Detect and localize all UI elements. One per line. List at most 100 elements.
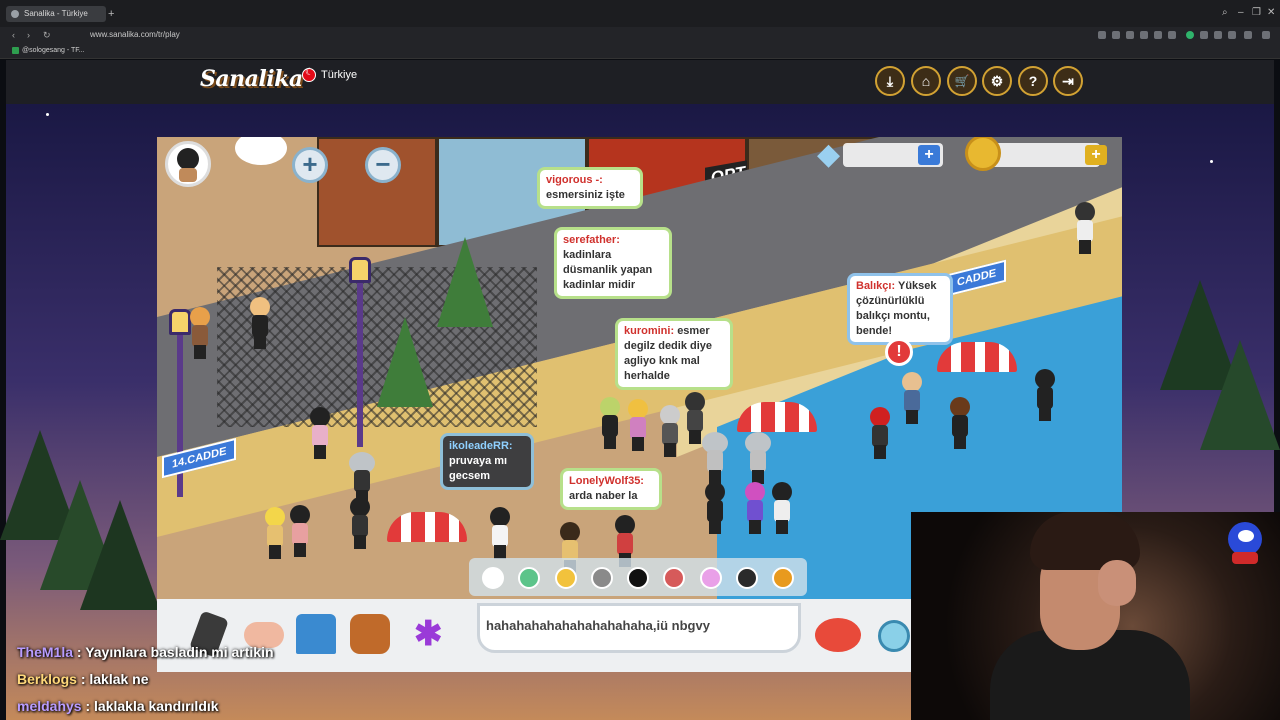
bubble-username: serefather: — [563, 234, 620, 246]
player-avatar[interactable] — [347, 497, 373, 549]
backpack-icon[interactable] — [350, 614, 390, 654]
player-avatar[interactable] — [702, 482, 728, 534]
language-label[interactable]: Türkiye — [321, 69, 357, 81]
buy-coins-button[interactable]: + — [1085, 145, 1107, 165]
heart-icon[interactable] — [1168, 31, 1176, 39]
player-avatar[interactable] — [597, 397, 623, 449]
favicon-icon — [11, 10, 19, 18]
player-avatar[interactable] — [1072, 202, 1098, 254]
chat-username: TheM1la — [17, 644, 74, 660]
menu-icon[interactable] — [1200, 31, 1208, 39]
back-button[interactable]: ‹ — [12, 28, 15, 42]
clothes-icon[interactable] — [296, 614, 336, 654]
speech-bubble: serefather: kadinlara düsmanlik yapan kad… — [554, 227, 672, 299]
chat-message: : laklak ne — [80, 671, 149, 687]
zoom-out-button[interactable]: − — [365, 147, 401, 183]
bubble-username: Balıkçı: — [856, 280, 896, 292]
bookmark-item[interactable]: @sologesang - TF... — [12, 46, 85, 56]
color-swatch[interactable] — [736, 567, 758, 589]
color-swatch[interactable] — [591, 567, 613, 589]
color-swatch[interactable] — [663, 567, 685, 589]
exit-button[interactable]: ⇥ — [1053, 66, 1083, 96]
url-field[interactable]: www.sanalika.com/tr/play — [90, 28, 180, 42]
browser-tab[interactable]: Sanalika - Türkiye — [6, 6, 106, 22]
turkey-flag-icon[interactable] — [302, 67, 316, 82]
alert-icon[interactable]: ! — [885, 338, 913, 366]
zoom-icon[interactable] — [1098, 31, 1106, 39]
bubble-text: pruvaya mı gecsem — [449, 455, 508, 482]
sonic-sticker — [1218, 516, 1274, 572]
color-swatch[interactable] — [772, 567, 794, 589]
player-avatar[interactable] — [187, 307, 213, 359]
minimize-button[interactable]: – — [1238, 6, 1244, 20]
player-avatar[interactable] — [1032, 369, 1058, 421]
beach-umbrella — [737, 402, 817, 432]
street-lamp — [357, 277, 363, 447]
player-avatar[interactable] — [487, 507, 513, 559]
download-tray-icon[interactable] — [1214, 31, 1222, 39]
search-tabs-icon[interactable]: ⌕ — [1222, 6, 1228, 20]
site-logo[interactable]: Sanalika — [200, 66, 303, 92]
stream-chat-line: meldahys : laklakla kandırıldık — [17, 698, 219, 714]
maximize-button[interactable]: ❐ — [1252, 6, 1261, 20]
lamp-light — [349, 257, 371, 283]
forward-button[interactable]: › — [27, 28, 30, 42]
star-decoration — [46, 113, 49, 116]
player-avatar[interactable] — [307, 407, 333, 459]
shield-icon[interactable] — [1140, 31, 1148, 39]
settings-button[interactable]: ⚙ — [982, 66, 1012, 96]
player-avatar[interactable] — [247, 297, 273, 349]
chat-bubbles-icon[interactable] — [815, 618, 861, 652]
speech-bubble: LonelyWolf35: arda naber la — [560, 468, 662, 510]
player-avatar[interactable] — [742, 482, 768, 534]
pine-tree — [377, 317, 433, 407]
bookmark-icon[interactable] — [1126, 31, 1134, 39]
buy-diamonds-button[interactable]: + — [918, 145, 940, 165]
bubble-username: vigorous -: — [546, 174, 603, 186]
player-avatar[interactable] — [262, 507, 288, 559]
cart-button[interactable]: 🛒 — [947, 66, 977, 96]
my-avatar-portrait[interactable] — [165, 141, 211, 187]
ai-icon[interactable] — [1228, 31, 1236, 39]
reload-button[interactable]: ↻ — [43, 28, 51, 42]
zoom-in-button[interactable]: + — [292, 147, 328, 183]
more-icon[interactable] — [1262, 31, 1270, 39]
alien-avatar[interactable] — [745, 432, 771, 484]
color-swatch[interactable] — [700, 567, 722, 589]
color-swatch[interactable] — [627, 567, 649, 589]
player-avatar[interactable] — [625, 399, 651, 451]
bubble-indicator — [235, 137, 287, 165]
chat-input[interactable]: hahahahahahahahahahaha,iü nbgvy — [477, 603, 801, 653]
color-swatch[interactable] — [555, 567, 577, 589]
player-avatar[interactable] — [657, 405, 683, 457]
new-tab-button[interactable]: + — [108, 7, 114, 21]
dance-icon[interactable]: ✱ — [414, 614, 454, 654]
stream-chat-line: TheM1la : Yayınlara basladin mi artikin — [17, 644, 274, 660]
diamond-icon: ◆ — [817, 138, 841, 171]
player-avatar[interactable] — [867, 407, 893, 459]
player-avatar[interactable] — [287, 505, 313, 557]
color-swatch[interactable] — [482, 567, 504, 589]
profile-icon[interactable] — [1186, 31, 1194, 39]
beach-umbrella — [387, 512, 467, 542]
download-button[interactable]: ⤓ — [875, 66, 905, 96]
player-avatar[interactable] — [769, 482, 795, 534]
share-icon[interactable] — [1244, 31, 1252, 39]
alien-avatar[interactable] — [702, 432, 728, 484]
chat-username: meldahys — [17, 698, 82, 714]
bubble-text: esmersiniz işte — [546, 189, 625, 201]
chat-username: Berklogs — [17, 671, 77, 687]
player-avatar[interactable] — [947, 397, 973, 449]
emote-icon[interactable] — [878, 620, 910, 652]
home-button[interactable]: ⌂ — [911, 66, 941, 96]
bubble-username: LonelyWolf35: — [569, 475, 644, 487]
stream-chat-line: Berklogs : laklak ne — [17, 671, 149, 687]
extension-icon[interactable] — [1112, 31, 1120, 39]
pine-tree — [437, 237, 493, 327]
help-button[interactable]: ? — [1018, 66, 1048, 96]
color-swatch[interactable] — [518, 567, 540, 589]
close-window-button[interactable]: ✕ — [1267, 6, 1275, 20]
player-avatar[interactable] — [899, 372, 925, 424]
play-icon[interactable] — [1154, 31, 1162, 39]
beach-umbrella — [937, 342, 1017, 372]
